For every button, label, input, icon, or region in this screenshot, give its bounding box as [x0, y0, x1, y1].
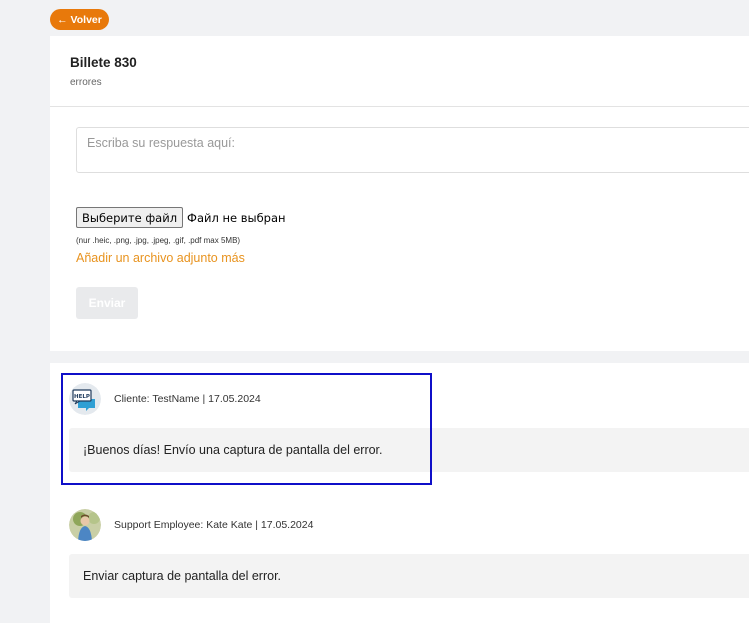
- divider: [50, 106, 749, 107]
- message-author: Support Employee: Kate Kate | 17.05.2024: [114, 519, 314, 531]
- help-chat-icon: HELP: [69, 383, 101, 415]
- ticket-title: Billete 830: [70, 55, 137, 70]
- reply-card: Billete 830 errores Выберите файл Файл н…: [50, 36, 749, 351]
- choose-file-button[interactable]: Выберите файл: [76, 207, 184, 228]
- message-author: Cliente: TestName | 17.05.2024: [114, 393, 261, 405]
- ticket-subtitle: errores: [70, 77, 102, 88]
- employee-photo-avatar: [69, 509, 101, 541]
- file-status: Файл не выбран: [187, 210, 286, 225]
- file-type-hint: (nur .heic, .png, .jpg, .jpeg, .gif, .pd…: [76, 236, 241, 245]
- file-picker: Выберите файл Файл не выбран: [76, 207, 286, 228]
- back-button[interactable]: ← Volver: [50, 9, 109, 30]
- message-text: Enviar captura de pantalla del error.: [69, 554, 749, 598]
- svg-text:HELP: HELP: [74, 394, 90, 400]
- reply-input[interactable]: [76, 127, 749, 173]
- messages-card: HELP Cliente: TestName | 17.05.2024 ¡Bue…: [50, 363, 749, 623]
- send-button[interactable]: Enviar: [76, 287, 138, 319]
- add-attachment-link[interactable]: Añadir un archivo adjunto más: [76, 251, 245, 265]
- message-text: ¡Buenos días! Envío una captura de panta…: [69, 428, 749, 472]
